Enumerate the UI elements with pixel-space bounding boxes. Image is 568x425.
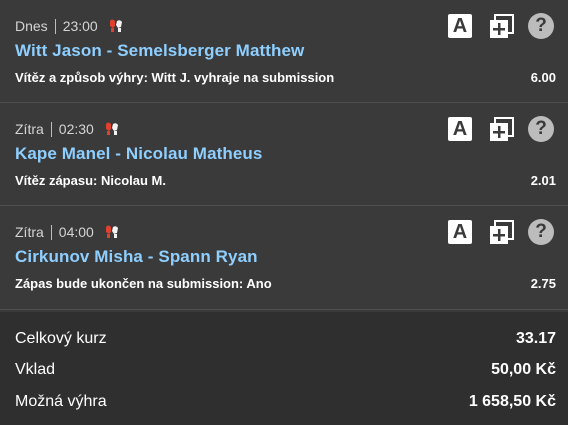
bet-odds: 2.75 [530,276,556,291]
total-odds-value: 33.17 [515,330,556,347]
bet-slip: Dnes 23:00 Witt Jason - Semelsberger Mat… [0,0,568,310]
a-letter-icon[interactable]: A [448,220,472,244]
help-icon[interactable]: ? [528,116,554,142]
bet-time: 02:30 [58,121,94,137]
possible-win-label: Možná výhra [15,393,107,410]
bet-meta: Zítra 04:00 [15,223,121,241]
match-name-link[interactable]: Kape Manel - Nicolau Matheus [15,144,262,164]
bet-time: 23:00 [62,18,98,34]
bet-day: Zítra [15,121,44,137]
bet-odds: 6.00 [530,70,556,85]
a-letter-icon[interactable]: A [448,14,472,38]
add-to-combo-icon[interactable] [489,116,514,142]
total-odds-label: Celkový kurz [15,330,107,347]
bet-item: Zítra 02:30 Kape Manel - Nicolau Matheus… [0,103,568,206]
stake-label: Vklad [15,361,56,378]
bet-actions: A ? [448,116,554,142]
mma-gloves-icon [103,223,121,241]
bet-day: Dnes [15,18,48,34]
bet-market: Vítěz zápasu: Nicolau M. [15,173,166,188]
stake-row: Vklad 50,00 Kč [15,361,556,379]
mma-gloves-icon [103,120,121,138]
bet-market: Vítěz a způsob výhry: Witt J. vyhraje na… [15,70,335,85]
help-icon[interactable]: ? [528,13,554,39]
add-to-combo-icon[interactable] [489,13,514,39]
add-to-combo-icon[interactable] [489,219,514,245]
bet-item: Dnes 23:00 Witt Jason - Semelsberger Mat… [0,0,568,103]
stake-value[interactable]: 50,00 Kč [491,361,556,379]
bet-meta: Dnes 23:00 [15,17,125,35]
divider [50,121,52,137]
mma-gloves-icon [107,17,125,35]
bet-actions: A ? [448,219,554,245]
bet-time: 04:00 [58,224,94,240]
match-name-link[interactable]: Cirkunov Misha - Spann Ryan [15,247,258,267]
bet-market: Zápas bude ukončen na submission: Ano [15,276,272,291]
a-letter-icon[interactable]: A [448,117,472,141]
match-name-link[interactable]: Witt Jason - Semelsberger Matthew [15,41,304,61]
bet-actions: A ? [448,13,554,39]
possible-win-row: Možná výhra 1 658,50 Kč [15,393,556,411]
divider [50,224,52,240]
bet-day: Zítra [15,224,44,240]
divider [54,18,56,34]
possible-win-value: 1 658,50 Kč [468,393,556,410]
bet-odds: 2.01 [530,173,556,188]
help-icon[interactable]: ? [528,219,554,245]
bet-summary: Celkový kurz 33.17 Vklad 50,00 Kč Možná … [0,312,568,425]
bet-item: Zítra 04:00 Cirkunov Misha - Spann Ryan … [0,206,568,310]
total-odds-row: Celkový kurz 33.17 [15,330,556,348]
bet-meta: Zítra 02:30 [15,120,121,138]
